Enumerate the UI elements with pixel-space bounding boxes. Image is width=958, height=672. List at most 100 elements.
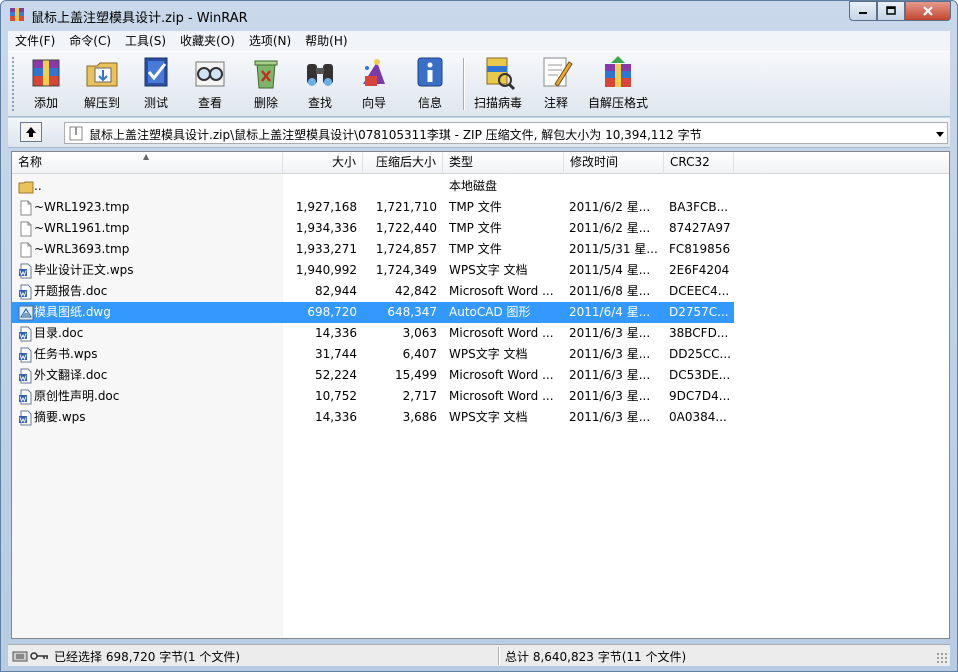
blank-file-icon (20, 221, 32, 237)
file-row[interactable]: 任务书.wps 31,744 6,407 WPS文字 文档 2011/6/3 星... D… (12, 344, 734, 365)
find-button[interactable]: 查找 (298, 54, 342, 116)
file-row[interactable]: 开题报告.doc 82,944 42,842 Microsoft Word ... 20… (12, 281, 734, 302)
close-button[interactable] (905, 1, 951, 21)
sfx-label: 自解压格式 (587, 96, 648, 110)
minimize-button[interactable] (849, 1, 877, 21)
file-name: 任务书.wps (34, 347, 98, 361)
column-packed-label: 压缩后大小 (375, 155, 436, 169)
virus-scan-icon (486, 57, 516, 91)
comment-button[interactable]: 注释 (534, 54, 578, 116)
file-row[interactable]: 摘要.wps 14,336 3,686 WPS文字 文档 2011/6/3 星... 0A… (12, 407, 734, 428)
autocad-file-icon (18, 305, 34, 321)
document-icon (19, 347, 32, 363)
file-row[interactable]: 模具图纸.dwg 698,720 648,347 AutoCAD 图形 2011/6/4… (12, 302, 734, 323)
close-icon (923, 6, 933, 16)
column-modified[interactable]: 修改时间 (564, 152, 664, 174)
file-type: Microsoft Word ... (449, 284, 554, 298)
file-list[interactable]: 名称 ▲ 大小 压缩后大小 类型 修改时间 CRC32 .. 本地磁盘 ~WRL19… (11, 151, 950, 639)
sfx-button[interactable]: 自解压格式 (584, 54, 652, 116)
file-modified: 2011/6/2 星... (569, 221, 651, 235)
extract-to-button[interactable]: 解压到 (76, 54, 128, 116)
toolbar: 添加 解压到 测试 查看 删除 查找 向导 信息 扫描病毒 注释 自解压格式 (8, 51, 950, 117)
document-icon (19, 410, 32, 426)
path-combobox[interactable]: 鼠标上盖注塑模具设计.zip\鼠标上盖注塑模具设计\078105311李琪 - … (64, 122, 948, 144)
file-row[interactable]: 原创性声明.doc 10,752 2,717 Microsoft Word ... 20… (12, 386, 734, 407)
selection-status: 已经选择 698,720 字节(1 个文件) (54, 650, 241, 664)
file-name: 外文翻译.doc (34, 368, 108, 382)
file-packed: 648,347 (387, 305, 437, 319)
column-size[interactable]: 大小 (283, 152, 363, 174)
info-button[interactable]: 信息 (408, 54, 452, 116)
folder-icon (18, 181, 34, 194)
menu-favorites[interactable]: 收藏夹(O) (173, 31, 242, 51)
file-crc (669, 176, 731, 197)
file-row[interactable]: .. 本地磁盘 (12, 176, 734, 197)
file-packed: 3,686 (402, 410, 437, 424)
wizard-button[interactable]: 向导 (352, 54, 396, 116)
file-name: 开题报告.doc (34, 284, 108, 298)
file-modified: 2011/6/3 星... (569, 410, 651, 424)
column-header: 名称 ▲ 大小 压缩后大小 类型 修改时间 CRC32 (12, 152, 949, 174)
file-row[interactable]: 毕业设计正文.wps 1,940,992 1,724,349 WPS文字 文档 2011… (12, 260, 734, 281)
toolbar-grip[interactable] (11, 56, 15, 112)
file-packed: 1,722,440 (375, 221, 437, 235)
file-name: ~WRL3693.tmp (34, 242, 130, 256)
resize-grip[interactable] (936, 652, 948, 664)
extract-folder-icon (86, 62, 118, 87)
file-packed: 15,499 (395, 368, 437, 382)
winrar-window: 鼠标上盖注塑模具设计.zip - WinRAR 文件(F) 命令(C) 工具(S… (0, 0, 958, 672)
file-packed (363, 176, 437, 197)
chevron-down-icon[interactable] (935, 129, 945, 139)
file-row[interactable]: ~WRL1923.tmp 1,927,168 1,721,710 TMP 文件 2011… (12, 197, 734, 218)
document-icon (19, 284, 32, 300)
view-glasses-icon (195, 61, 225, 87)
delete-label: 删除 (253, 96, 278, 110)
blank-file-icon (20, 200, 32, 216)
file-crc: 2E6F4204 (669, 263, 730, 277)
menu-help[interactable]: 帮助(H) (298, 31, 354, 51)
virus-scan-button[interactable]: 扫描病毒 (470, 54, 526, 116)
file-size: 82,944 (315, 284, 357, 298)
file-modified: 2011/6/8 星... (569, 284, 651, 298)
maximize-button[interactable] (877, 1, 905, 21)
file-size: 52,224 (315, 368, 357, 382)
file-modified: 2011/6/4 星... (569, 305, 651, 319)
view-button[interactable]: 查看 (188, 54, 232, 116)
column-crc[interactable]: CRC32 (664, 152, 734, 174)
file-packed: 1,721,710 (375, 200, 437, 214)
file-type: Microsoft Word ... (449, 389, 554, 403)
file-size: 10,752 (315, 389, 357, 403)
column-type-label: 类型 (449, 155, 474, 169)
file-type: TMP 文件 (449, 221, 502, 235)
file-row[interactable]: ~WRL3693.tmp 1,933,271 1,724,857 TMP 文件 2011… (12, 239, 734, 260)
file-crc: BA3FCB... (669, 200, 729, 214)
file-row[interactable]: ~WRL1961.tmp 1,934,336 1,722,440 TMP 文件 2011… (12, 218, 734, 239)
add-label: 添加 (33, 96, 58, 110)
path-text: 鼠标上盖注塑模具设计.zip\鼠标上盖注塑模具设计\078105311李琪 - … (89, 128, 702, 142)
column-type[interactable]: 类型 (443, 152, 564, 174)
add-button[interactable]: 添加 (22, 54, 70, 116)
file-row[interactable]: 外文翻译.doc 52,224 15,499 Microsoft Word ... 20… (12, 365, 734, 386)
comment-label: 注释 (543, 96, 568, 110)
column-packed[interactable]: 压缩后大小 (363, 152, 443, 174)
view-label: 查看 (197, 96, 222, 110)
file-name: 毕业设计正文.wps (34, 263, 134, 277)
file-name: .. (34, 179, 42, 193)
menu-file[interactable]: 文件(F) (8, 31, 62, 51)
sort-ascending-icon: ▲ (143, 152, 150, 161)
menu-commands[interactable]: 命令(C) (62, 31, 118, 51)
menu-options[interactable]: 选项(N) (242, 31, 298, 51)
find-label: 查找 (307, 96, 332, 110)
file-packed: 1,724,349 (375, 263, 437, 277)
file-row[interactable]: 目录.doc 14,336 3,063 Microsoft Word ... 2011/… (12, 323, 734, 344)
up-folder-button[interactable] (20, 122, 42, 142)
info-label: 信息 (417, 96, 442, 110)
file-name: 模具图纸.dwg (34, 305, 111, 319)
menu-tools[interactable]: 工具(S) (118, 31, 173, 51)
wizard-icon (363, 59, 385, 86)
test-button[interactable]: 测试 (134, 54, 178, 116)
file-packed: 2,717 (402, 389, 437, 403)
file-type: 本地磁盘 (449, 179, 498, 193)
title-bar[interactable]: 鼠标上盖注塑模具设计.zip - WinRAR (1, 1, 957, 29)
delete-button[interactable]: 删除 (244, 54, 288, 116)
